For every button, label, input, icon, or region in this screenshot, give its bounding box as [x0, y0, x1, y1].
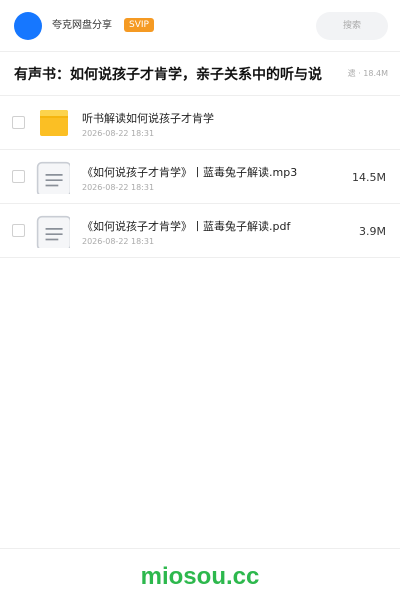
- search-input[interactable]: 搜索: [316, 12, 388, 40]
- file-date: 2026-08-22 18:31: [82, 129, 155, 138]
- file-name[interactable]: 《如何说孩子才肯学》丨蓝毒兔子解读.mp3: [82, 166, 297, 180]
- file-size: 14.5M: [352, 171, 386, 184]
- file-name[interactable]: 听书解读如何说孩子才肯学: [82, 112, 214, 126]
- file-name[interactable]: 《如何说孩子才肯学》丨蓝毒兔子解读.pdf: [82, 220, 290, 234]
- page-title: 有声书：如何说孩子才肯学，亲子关系中的听与说: [14, 67, 322, 83]
- share-title-bar: 有声书：如何说孩子才肯学，亲子关系中的听与说 遗 · 18.4M: [0, 53, 400, 96]
- brand-watermark[interactable]: miosou.cc: [0, 563, 400, 591]
- row-checkbox[interactable]: [12, 170, 25, 183]
- avatar[interactable]: [14, 12, 42, 40]
- document-icon: [36, 215, 70, 248]
- app-name: 夸克网盘分享: [52, 20, 112, 31]
- share-meta: 遗 · 18.4M: [333, 68, 388, 80]
- file-row-mp3[interactable]: 《如何说孩子才肯学》丨蓝毒兔子解读.mp3 2026-08-22 18:31 1…: [0, 150, 400, 204]
- file-row-pdf[interactable]: 《如何说孩子才肯学》丨蓝毒兔子解读.pdf 2026-08-22 18:31 3…: [0, 204, 400, 258]
- file-date: 2026-08-22 18:31: [82, 237, 155, 246]
- document-icon: [36, 161, 70, 194]
- file-row-folder[interactable]: 听书解读如何说孩子才肯学 2026-08-22 18:31: [0, 96, 400, 150]
- row-checkbox[interactable]: [12, 224, 25, 237]
- file-date: 2026-08-22 18:31: [82, 183, 155, 192]
- folder-icon: [40, 110, 68, 136]
- row-checkbox[interactable]: [12, 116, 25, 129]
- footer: miosou.cc: [0, 548, 400, 600]
- top-header: 夸克网盘分享 SVIP 搜索: [0, 0, 400, 52]
- file-size: 3.9M: [359, 225, 386, 238]
- svip-badge: SVIP: [124, 18, 154, 32]
- file-list: 听书解读如何说孩子才肯学 2026-08-22 18:31 《如何说孩子才肯学》…: [0, 96, 400, 258]
